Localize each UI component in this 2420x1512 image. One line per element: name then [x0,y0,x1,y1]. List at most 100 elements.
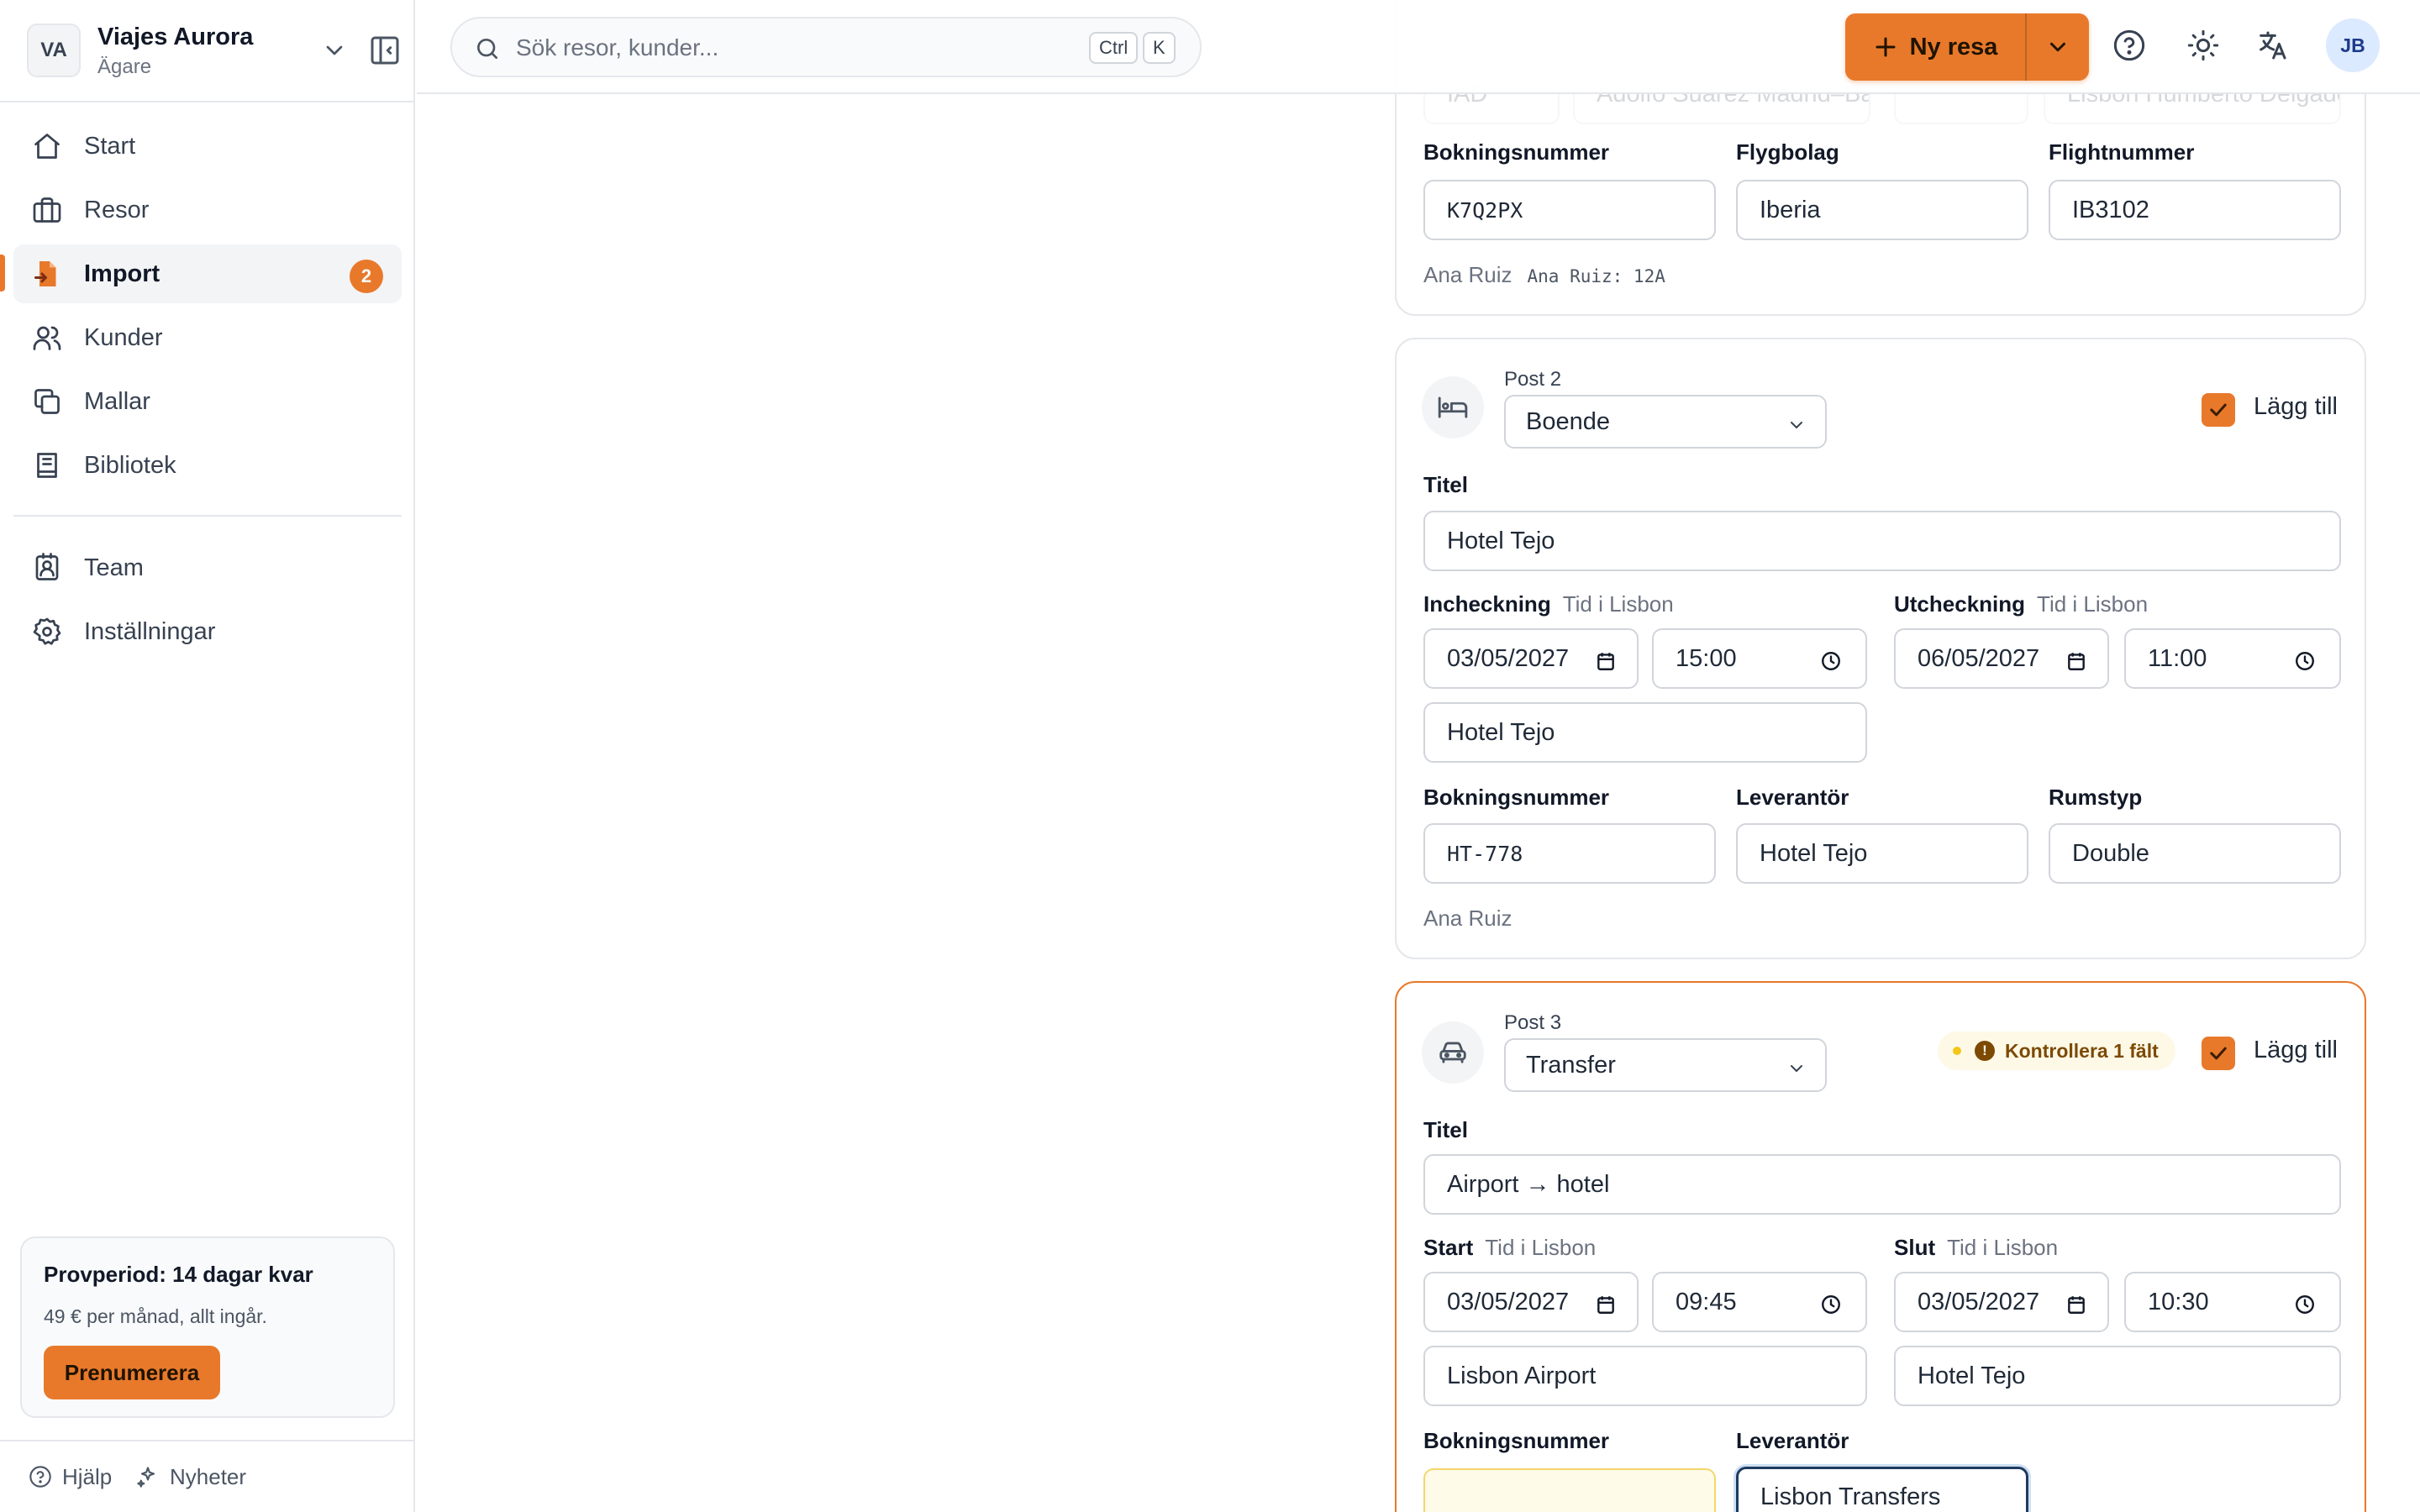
timezone-hint: Tid i Lisbon [1485,1235,1597,1260]
sidebar-collapse-icon[interactable] [368,34,402,67]
start-label-text: Start [1423,1235,1474,1260]
location-field[interactable]: Hotel Tejo [1423,702,1867,763]
workspace-switcher[interactable]: VA Viajes Aurora Ägare [27,24,399,78]
sidebar-item-label: Resor [84,197,150,223]
airline-field[interactable]: Iberia [1736,180,2028,240]
supplier-label: Leverantör [1736,785,1849,810]
new-trip-button[interactable]: Ny resa [1845,13,2025,81]
post-number: Post 3 [1504,1011,1562,1034]
sidebar-item-kunder[interactable]: Kunder [13,308,402,367]
check-icon [2210,1047,2227,1060]
seat-assignment: Ana Ruiz: 12A [1527,266,1665,286]
sidebar-item-resor[interactable]: Resor [13,181,402,239]
checkout-date-value: 06/05/2027 [1918,644,2040,672]
sidebar-item-bibliotek[interactable]: Bibliotek [13,436,402,495]
news-label: Nyheter [170,1463,247,1489]
help-link[interactable]: Hjälp [29,1463,112,1490]
calendar-icon[interactable] [2065,1294,2087,1315]
sun-icon[interactable] [2186,29,2220,62]
to-location-field[interactable]: Hotel Tejo [1894,1346,2341,1406]
bed-icon [1422,376,1484,438]
end-time-value: 10:30 [2148,1288,2209,1315]
end-date-value: 03/05/2027 [1918,1288,2040,1315]
start-date-value: 03/05/2027 [1447,1288,1570,1315]
sidebar-item-label: Start [84,133,136,160]
room-type-field[interactable]: Double [2049,823,2341,884]
flight-number-label: Flightnummer [2049,139,2195,165]
sidebar-item-team[interactable]: Team [13,538,402,597]
sidebar-item-start[interactable]: Start [13,117,402,176]
booking-number-field[interactable]: HT-778 [1423,823,1716,884]
add-label: Lägg till [2254,393,2338,420]
copy-icon [32,386,62,417]
sidebar: VA Viajes Aurora Ägare Start Resor Impor… [0,0,415,1512]
news-link[interactable]: Nyheter [136,1463,246,1490]
timezone-hint: Tid i Lisbon [1562,591,1674,617]
briefcase-icon [32,195,62,225]
end-label-text: Slut [1894,1235,1936,1260]
top-bar: Sök resor, kunder... Ctrl K Ny resa JB [417,0,2420,94]
clock-icon[interactable] [2294,650,2316,672]
post-type-select[interactable]: Transfer [1504,1038,1827,1092]
flight-number-field[interactable]: IB3102 [2049,180,2341,240]
booking-number-field[interactable]: K7Q2PX [1423,180,1716,240]
contact-icon [32,553,62,583]
sidebar-item-label: Bibliotek [84,452,176,479]
check-icon [2210,403,2227,417]
start-date-field[interactable]: 03/05/2027 [1423,1272,1639,1332]
start-label: Start Tid i Lisbon [1423,1235,1596,1261]
car-icon [1422,1021,1484,1084]
booking-number-field[interactable] [1423,1468,1716,1512]
subscribe-button[interactable]: Prenumerera [44,1346,220,1399]
sidebar-item-label: Kunder [84,324,163,351]
title-field[interactable]: Hotel Tejo [1423,511,2341,571]
traveler-name: Ana Ruiz [1423,906,1512,931]
sidebar-item-import[interactable]: Import 2 [13,244,402,303]
help-label: Hjälp [62,1463,113,1489]
post-type-select[interactable]: Boende [1504,395,1827,449]
checkin-date-field[interactable]: 03/05/2027 [1423,628,1639,689]
calendar-icon[interactable] [1595,1294,1617,1315]
new-trip-menu-button[interactable] [2027,13,2089,81]
checkout-date-field[interactable]: 06/05/2027 [1894,628,2109,689]
checkin-time-value: 15:00 [1676,644,1737,672]
review-fields-badge: ! Kontrollera 1 fält [1938,1032,2175,1070]
traveler-name: Ana Ruiz [1423,262,1512,287]
title-field[interactable]: Airport → hotel [1423,1154,2341,1215]
clock-icon[interactable] [1820,1294,1842,1315]
end-time-field[interactable]: 10:30 [2124,1272,2341,1332]
title-label: Titel [1423,472,1468,497]
checkout-time-value: 11:00 [2148,644,2207,672]
search-input[interactable]: Sök resor, kunder... Ctrl K [450,17,1202,77]
help-circle-icon[interactable] [2112,29,2146,62]
post-card-2: Post 2 Boende Lägg till Titel Hotel Tejo… [1395,338,2366,959]
supplier-field[interactable]: Hotel Tejo [1736,823,2028,884]
add-checkbox[interactable] [2202,393,2235,427]
end-date-field[interactable]: 03/05/2027 [1894,1272,2109,1332]
checkout-time-field[interactable]: 11:00 [2124,628,2341,689]
checkin-time-field[interactable]: 15:00 [1652,628,1867,689]
post-card-3: Post 3 Transfer ! Kontrollera 1 fält Läg… [1395,981,2366,1512]
start-time-field[interactable]: 09:45 [1652,1272,1867,1332]
from-location-field[interactable]: Lisbon Airport [1423,1346,1867,1406]
sidebar-item-installningar[interactable]: Inställningar [13,602,402,661]
sidebar-item-mallar[interactable]: Mallar [13,372,402,431]
gear-icon [32,617,62,647]
chevron-down-icon[interactable] [321,37,348,64]
home-icon [32,131,62,161]
clock-icon[interactable] [1820,650,1842,672]
add-checkbox[interactable] [2202,1037,2235,1070]
checkin-date-value: 03/05/2027 [1447,644,1570,672]
user-avatar[interactable]: JB [2326,18,2380,72]
import-count-badge: 2 [350,260,383,293]
status-dot [1953,1047,1961,1055]
calendar-icon[interactable] [2065,650,2087,672]
booking-number-label: Bokningsnummer [1423,1428,1610,1453]
supplier-field[interactable]: Lisbon Transfers [1736,1467,2028,1512]
translate-icon[interactable] [2255,29,2289,62]
sidebar-item-label: Import [84,260,160,287]
calendar-icon[interactable] [1595,650,1617,672]
sidebar-item-label: Inställningar [84,618,216,645]
traveler-info: Ana Ruiz Ana Ruiz: 12A [1423,262,1665,288]
clock-icon[interactable] [2294,1294,2316,1315]
